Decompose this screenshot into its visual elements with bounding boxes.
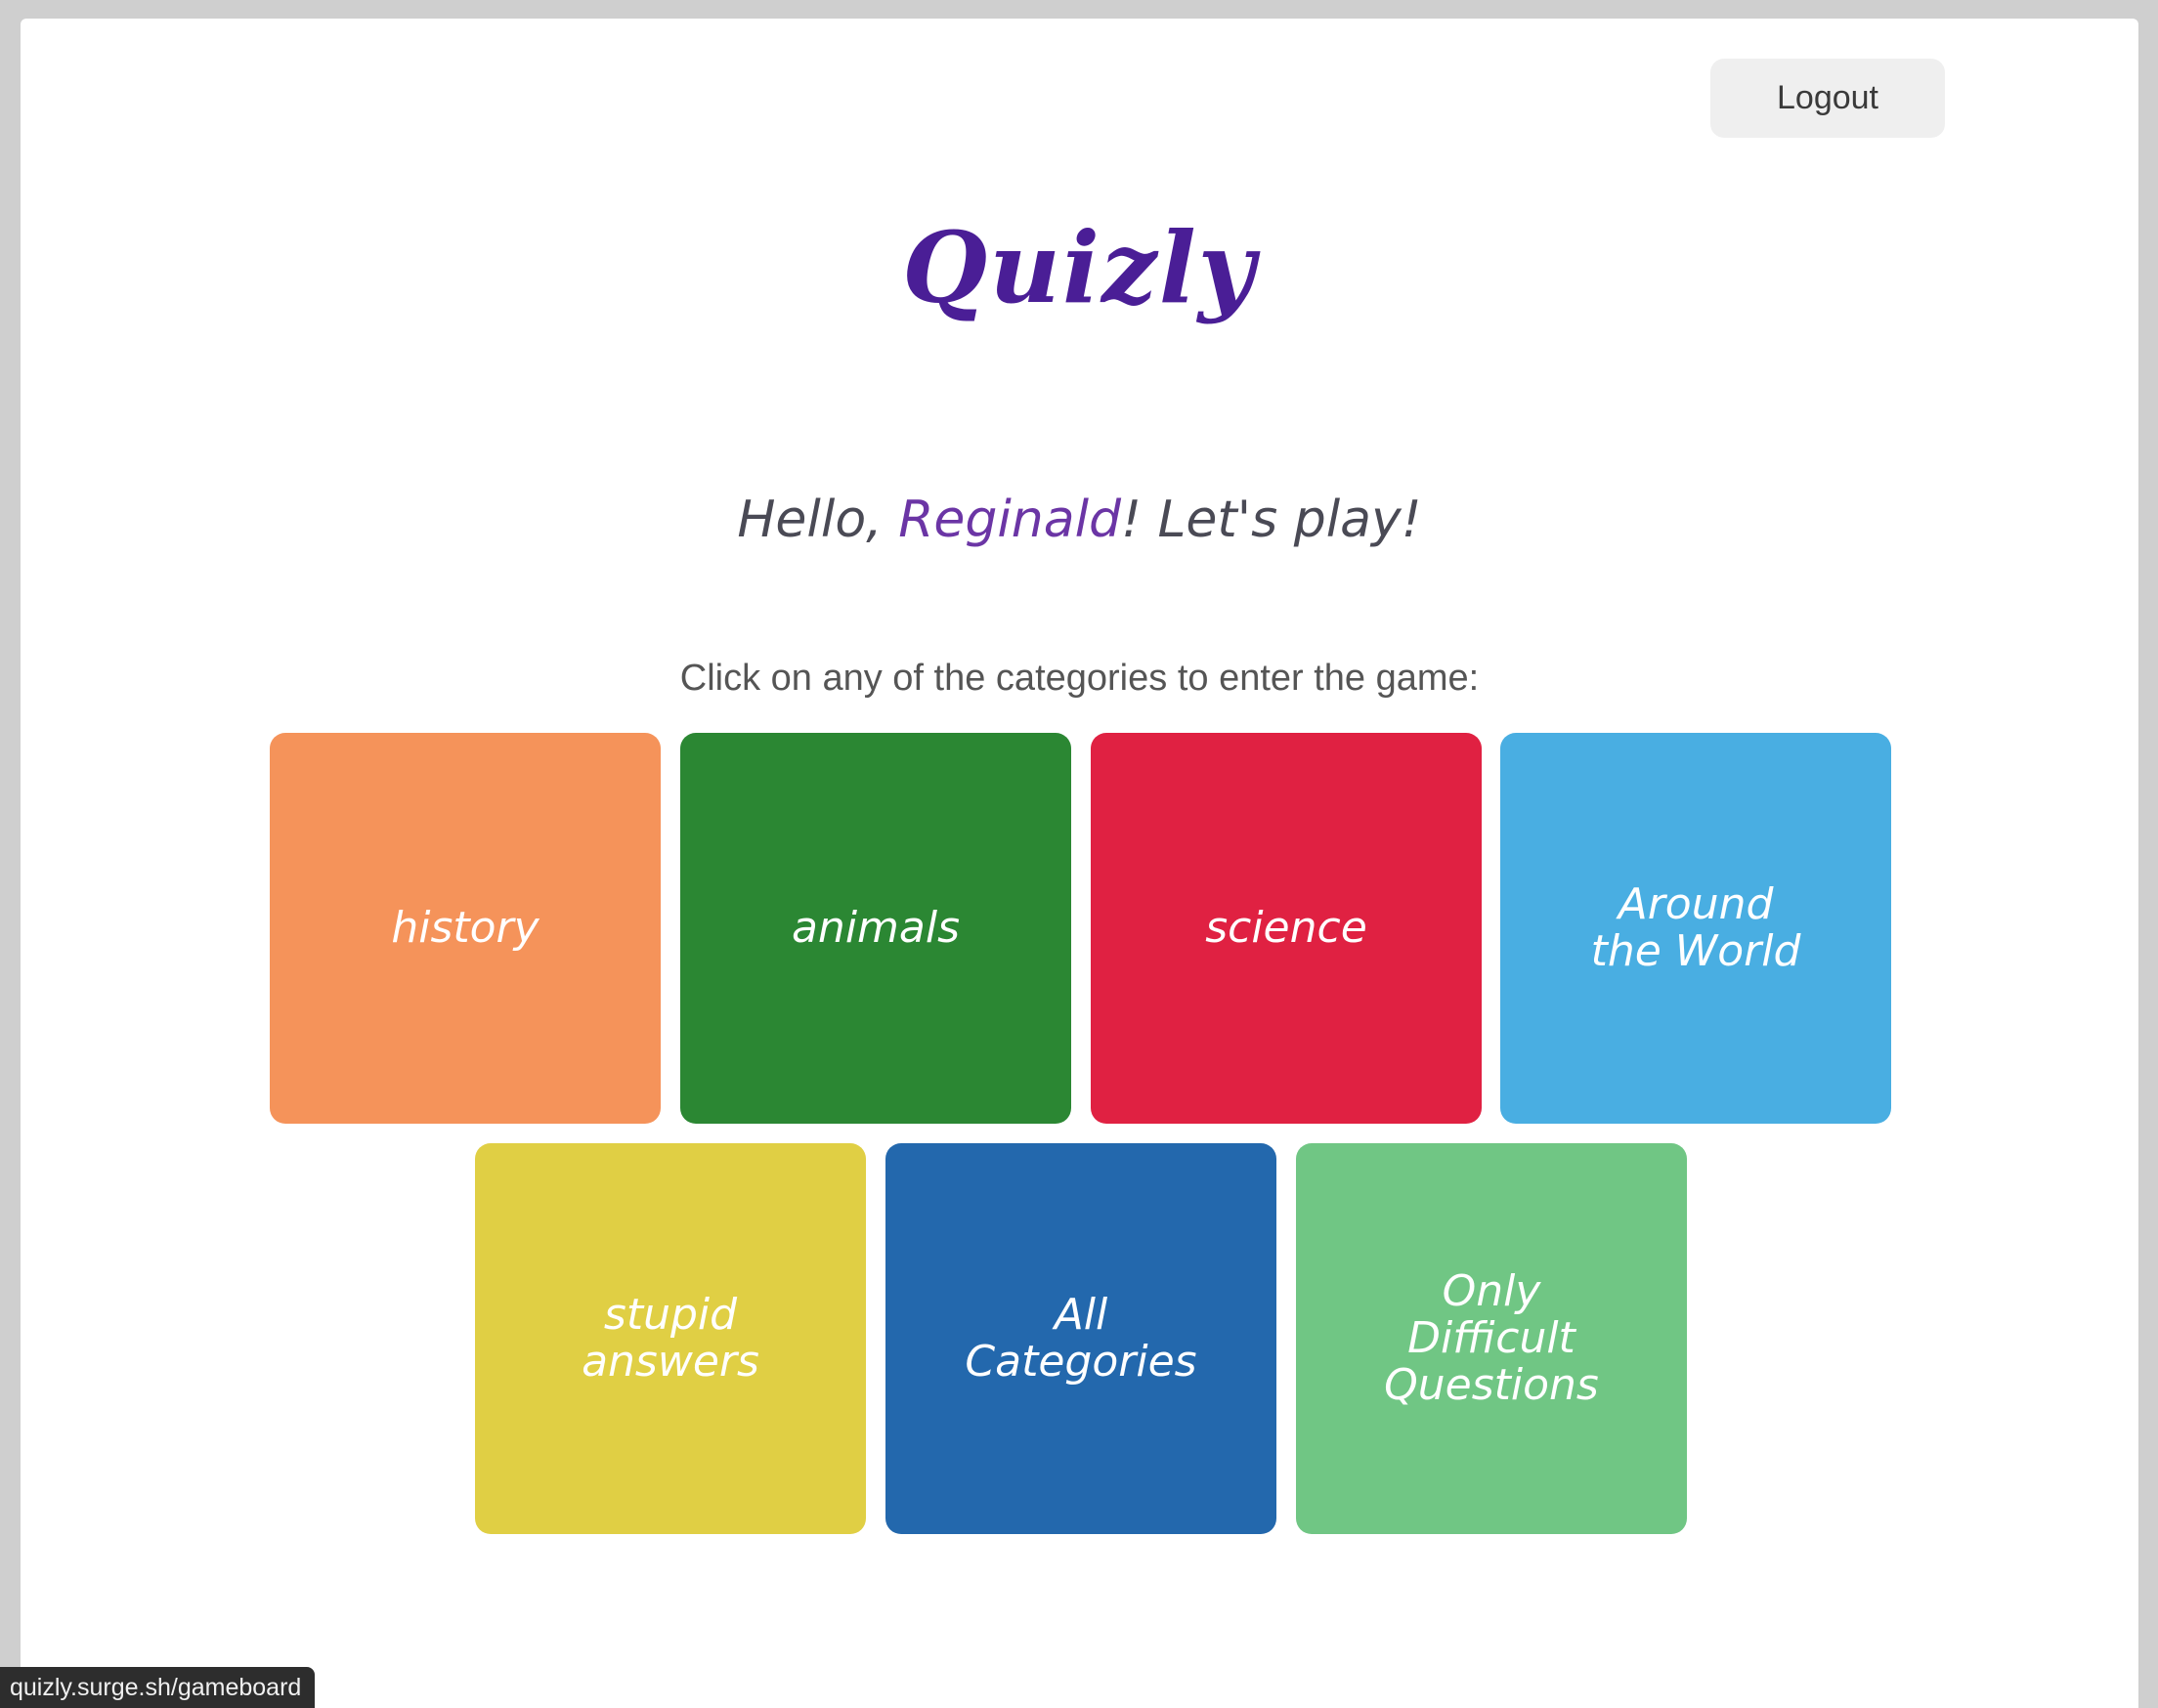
category-tile-history[interactable]: history xyxy=(270,733,661,1124)
category-label: Only Difficult Questions xyxy=(1384,1266,1599,1410)
greeting-heading: Hello, Reginald! Let's play! xyxy=(21,494,2138,545)
link-status-bar: quizly.surge.sh/gameboard xyxy=(0,1667,316,1708)
category-label: history xyxy=(391,903,540,953)
quizly-logo: Quizly xyxy=(902,210,1257,325)
category-tile-only-difficult-questions[interactable]: Only Difficult Questions xyxy=(1296,1143,1687,1534)
greeting-username: Reginald xyxy=(898,491,1122,549)
instruction-text: Click on any of the categories to enter … xyxy=(679,658,1480,699)
greeting-suffix: ! Let's play! xyxy=(1121,491,1422,549)
category-label: stupid answers xyxy=(582,1290,759,1387)
category-tile-stupid-answers[interactable]: stupid answers xyxy=(475,1143,866,1534)
category-label: All Categories xyxy=(965,1290,1197,1387)
greeting-prefix: Hello, xyxy=(737,491,899,549)
logout-button[interactable]: Logout xyxy=(1710,59,1945,138)
browser-window: Logout Quizly Hello, Reginald! Let's pla… xyxy=(21,19,2138,1708)
category-tile-around-the-world[interactable]: Around the World xyxy=(1500,733,1891,1124)
category-tile-animals[interactable]: animals xyxy=(680,733,1071,1124)
category-label: Around the World xyxy=(1590,879,1801,976)
category-label: animals xyxy=(791,903,961,953)
category-tile-science[interactable]: science xyxy=(1091,733,1482,1124)
category-label: science xyxy=(1205,903,1367,953)
category-tile-all-categories[interactable]: All Categories xyxy=(885,1143,1276,1534)
